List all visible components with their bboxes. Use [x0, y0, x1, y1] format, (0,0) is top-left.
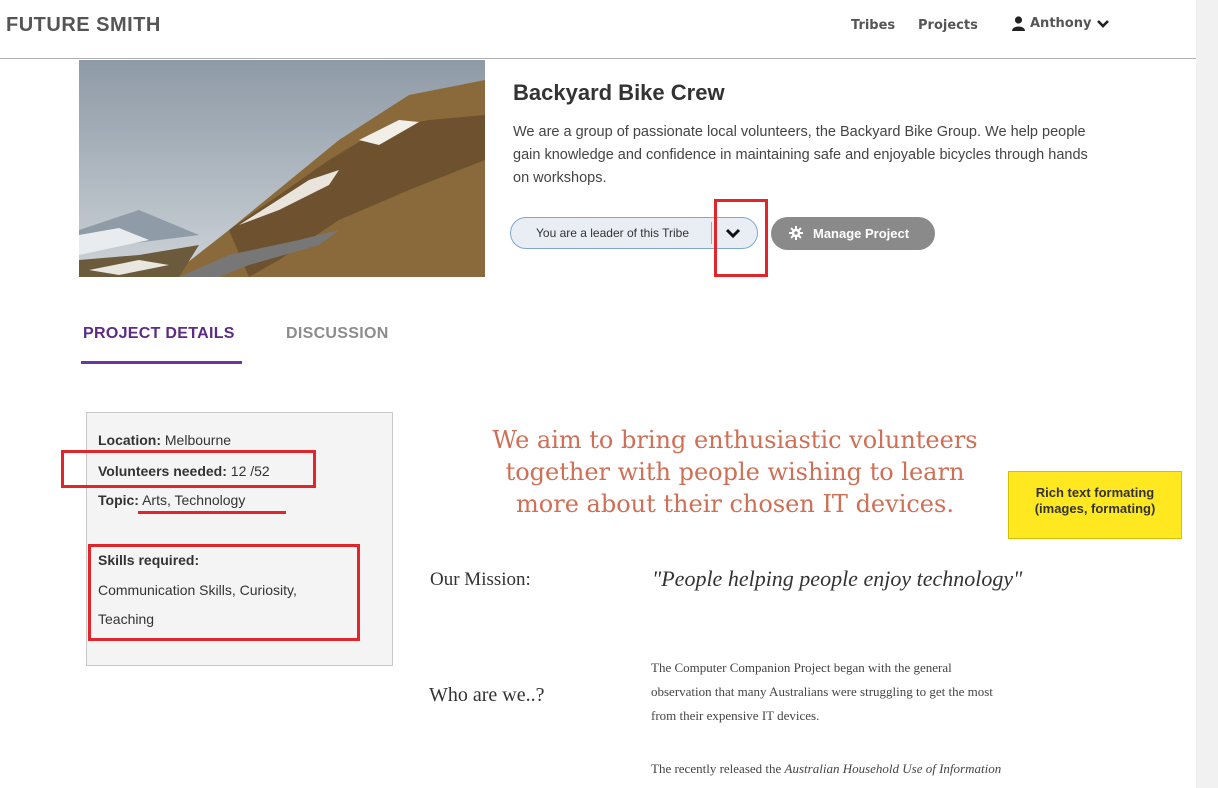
- nav-projects-link[interactable]: Projects: [918, 18, 978, 33]
- mission-quote: "People helping people enjoy technology": [652, 566, 1023, 591]
- annotation-highlight-dropdown: [714, 199, 768, 277]
- location-row: Location: Melbourne: [98, 432, 231, 448]
- who-label: Who are we..?: [429, 684, 545, 706]
- chevron-down-icon: [1097, 19, 1110, 28]
- headline-line-2: together with people wishing to learn: [505, 458, 965, 486]
- topic-value: Arts, Technology: [142, 492, 246, 508]
- project-description: We are a group of passionate local volun…: [513, 124, 1088, 186]
- divider: [711, 222, 712, 244]
- user-name: Anthony: [1030, 16, 1092, 31]
- mission-label: Our Mission:: [430, 569, 531, 590]
- brand-logo[interactable]: FUTURE SMITH: [6, 14, 161, 37]
- user-menu[interactable]: Anthony: [1012, 16, 1110, 31]
- recent-italic: Australian Household Use of Information: [784, 761, 1002, 776]
- tab-discussion[interactable]: DISCUSSION: [286, 325, 389, 343]
- project-title: Backyard Bike Crew: [513, 80, 725, 105]
- recent-paragraph: The recently released the Australian Hou…: [651, 757, 1071, 781]
- annotation-underline-topic: [138, 511, 286, 514]
- recent-prefix: The recently released the: [651, 761, 785, 776]
- scrollbar[interactable]: [1196, 0, 1218, 788]
- location-value: Melbourne: [164, 432, 232, 448]
- gear-icon: [789, 226, 803, 240]
- topic-row: Topic: Arts, Technology: [98, 492, 245, 508]
- annotation-sticky-note: Rich text formating (images, formating): [1008, 471, 1182, 539]
- annotation-highlight-skills: [88, 544, 360, 641]
- top-navbar: FUTURE SMITH Tribes Projects Anthony: [0, 0, 1196, 59]
- topic-label: Topic:: [98, 492, 139, 508]
- user-icon: [1012, 16, 1025, 31]
- location-label: Location:: [98, 432, 161, 448]
- tab-project-details[interactable]: PROJECT DETAILS: [83, 325, 235, 343]
- active-tab-indicator: [81, 361, 242, 364]
- mission-headline: We aim to bring enthusiastic volunteers …: [430, 424, 1040, 520]
- who-line-3: from their expensive IT devices.: [651, 708, 820, 723]
- who-paragraph: The Computer Companion Project began wit…: [651, 656, 1051, 728]
- project-cover-image: [79, 60, 485, 277]
- headline-line-1: We aim to bring enthusiastic volunteers: [492, 426, 978, 454]
- manage-project-button[interactable]: Manage Project: [771, 217, 935, 250]
- headline-line-3: more about their chosen IT devices.: [516, 490, 954, 518]
- nav-tribes-link[interactable]: Tribes: [851, 18, 895, 33]
- leader-status-label: You are a leader of this Tribe: [536, 226, 689, 240]
- manage-project-label: Manage Project: [813, 226, 910, 241]
- who-line-1: The Computer Companion Project began wit…: [651, 660, 952, 675]
- who-line-2: observation that many Australians were s…: [651, 684, 993, 699]
- annotation-highlight-volunteers: [61, 450, 316, 488]
